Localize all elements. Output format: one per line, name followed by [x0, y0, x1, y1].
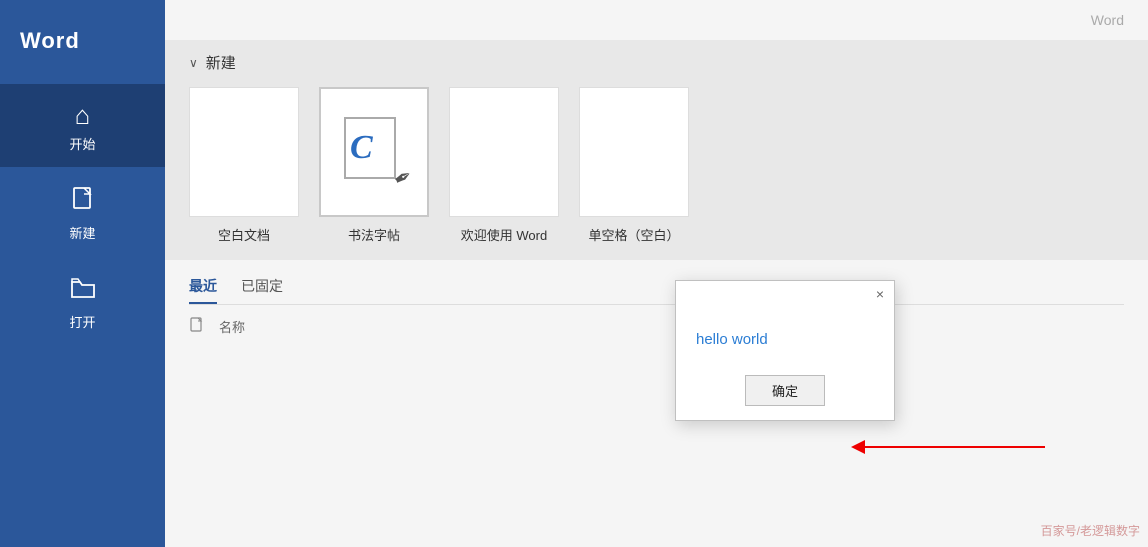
sidebar-item-label-new: 新建 — [69, 223, 95, 242]
bottom-section: 最近 已固定 名称 — [165, 260, 1148, 547]
sidebar-item-home[interactable]: ⌂ 开始 — [0, 84, 165, 167]
template-grid: 空白文档 C ✒ 书法字帖 欢迎使用 Word — [189, 87, 1124, 244]
table-header-row: 名称 — [189, 311, 1124, 342]
top-bar: Word — [165, 0, 1148, 40]
sidebar-item-label-open: 打开 — [69, 312, 95, 331]
template-thumb-single-space — [579, 87, 689, 217]
template-label-welcome: 欢迎使用 Word — [461, 225, 547, 244]
sidebar-nav: ⌂ 开始 新建 打开 — [0, 84, 165, 345]
template-label-calligraphy: 书法字帖 — [348, 225, 400, 244]
sidebar-item-new[interactable]: 新建 — [0, 167, 165, 256]
calligraphy-icon: C ✒ — [344, 117, 404, 187]
tab-recent[interactable]: 最近 — [189, 270, 217, 304]
table-header-icon-col — [189, 317, 219, 336]
sidebar-item-open[interactable]: 打开 — [0, 256, 165, 345]
dialog-close-button[interactable]: × — [872, 285, 888, 303]
dialog-body: hello world — [676, 307, 894, 367]
tabs-row: 最近 已固定 — [189, 270, 1124, 305]
sidebar-item-label-home: 开始 — [69, 134, 95, 153]
dialog: × hello world 确定 — [675, 280, 895, 421]
dialog-titlebar: × — [676, 281, 894, 307]
template-thumb-welcome — [449, 87, 559, 217]
chevron-down-icon: ∨ — [189, 56, 198, 70]
table-header-name: 名称 — [219, 317, 1124, 336]
new-doc-icon — [69, 185, 97, 217]
template-item-single-space[interactable]: 单空格（空白） — [579, 87, 689, 244]
tab-pinned[interactable]: 已固定 — [241, 270, 283, 304]
top-bar-word-label: Word — [1091, 12, 1124, 28]
home-icon: ⌂ — [75, 102, 91, 128]
main-content: Word ∨ 新建 空白文档 C ✒ 书法字帖 — [165, 0, 1148, 547]
template-label-blank: 空白文档 — [218, 225, 270, 244]
template-label-single-space: 单空格（空白） — [588, 225, 679, 244]
template-thumb-calligraphy: C ✒ — [319, 87, 429, 217]
sidebar: Word ⌂ 开始 新建 打开 — [0, 0, 165, 547]
template-item-calligraphy[interactable]: C ✒ 书法字帖 — [319, 87, 429, 244]
new-section: ∨ 新建 空白文档 C ✒ 书法字帖 — [165, 40, 1148, 260]
dialog-message: hello world — [696, 331, 768, 348]
sidebar-app-title: Word — [0, 0, 165, 74]
template-item-welcome[interactable]: 欢迎使用 Word — [449, 87, 559, 244]
new-section-header: ∨ 新建 — [189, 52, 1124, 73]
new-section-title: 新建 — [206, 52, 236, 73]
template-item-blank[interactable]: 空白文档 — [189, 87, 299, 244]
dialog-footer: 确定 — [676, 367, 894, 420]
dialog-ok-button[interactable]: 确定 — [745, 375, 825, 406]
open-folder-icon — [69, 274, 97, 306]
template-thumb-blank — [189, 87, 299, 217]
